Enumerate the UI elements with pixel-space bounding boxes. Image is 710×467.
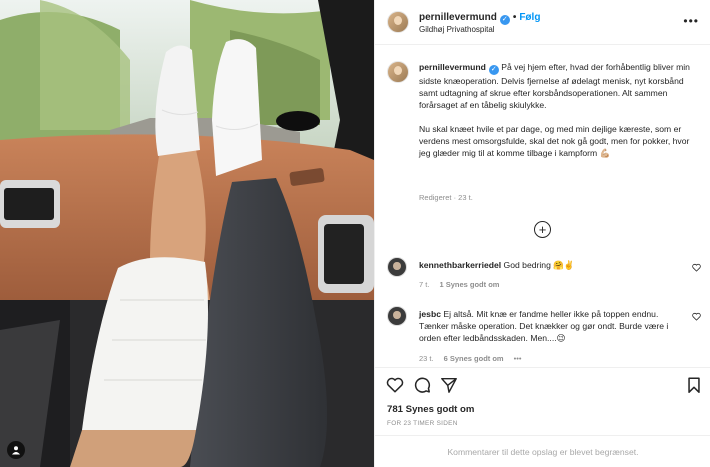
comment-meta: 23 t. 6 Synes godt om •••: [419, 354, 532, 363]
caption-avatar[interactable]: [387, 61, 409, 83]
caption-username[interactable]: pernillevermund: [419, 62, 486, 72]
more-options-icon[interactable]: •••: [683, 14, 699, 28]
dot-separator: •: [512, 12, 517, 23]
comment-body: God bedring 🤗✌️: [503, 260, 575, 270]
heart-icon[interactable]: [692, 312, 701, 321]
post-timestamp: FOR 23 TIMER SIDEN: [387, 420, 458, 427]
commenter-username[interactable]: jesbc: [419, 309, 441, 319]
author-line: pernillevermund ✓ • Følg: [419, 12, 540, 25]
caption-text-2: Nu skal knæet hvile et par dage, og med …: [419, 124, 690, 158]
verified-check-icon: ✓: [499, 15, 510, 25]
comment-meta: 7 t. 1 Synes godt om: [419, 280, 509, 289]
comment-bubble-icon[interactable]: [413, 376, 431, 394]
post-actions: 781 Synes godt om FOR 23 TIMER SIDEN Kom…: [375, 367, 710, 467]
caption-meta: Redigeret · 23 t.: [419, 193, 473, 202]
share-paper-plane-icon[interactable]: [440, 376, 458, 394]
post-caption: pernillevermund ✓ På vej hjem efter, hvad…: [419, 61, 701, 171]
comment-text: kennethbarkerriedel God bedring 🤗✌️: [419, 259, 685, 271]
post-header: pernillevermund ✓ • Følg Gildhøj Privathosp…: [375, 0, 710, 45]
like-heart-icon[interactable]: [386, 376, 404, 394]
plus-circle-icon[interactable]: +: [534, 221, 551, 238]
commenter-avatar[interactable]: [387, 306, 407, 326]
author-avatar[interactable]: [387, 11, 409, 33]
author-username[interactable]: pernillevermund: [419, 12, 497, 23]
follow-button[interactable]: Følg: [519, 12, 540, 23]
comments-scroll-area[interactable]: pernillevermund ✓ På vej hjem efter, hvad…: [375, 46, 710, 367]
comment-text: jesbc Ej altså. Mit knæ er fandme heller…: [419, 308, 685, 344]
tagged-user-icon[interactable]: [7, 441, 25, 459]
comment-likes[interactable]: 6 Synes godt om: [444, 354, 504, 363]
comment-time: 7 t.: [419, 280, 430, 289]
comment-time: 23 t.: [419, 354, 434, 363]
commenter-avatar[interactable]: [387, 257, 407, 277]
verified-check-icon: ✓: [488, 65, 499, 75]
post-details-panel: pernillevermund ✓ • Følg Gildhøj Privathosp…: [374, 0, 710, 467]
post-image: [0, 0, 374, 467]
comments-limited-notice: Kommentarer til dette opslag er blevet b…: [375, 435, 710, 467]
post-photo[interactable]: [0, 0, 374, 467]
comment-likes[interactable]: 1 Synes godt om: [439, 280, 499, 289]
post-location[interactable]: Gildhøj Privathospital: [419, 25, 495, 34]
comment-more-icon[interactable]: •••: [514, 354, 522, 363]
commenter-username[interactable]: kennethbarkerriedel: [419, 260, 501, 270]
heart-icon[interactable]: [692, 263, 701, 272]
comment-body: Ej altså. Mit knæ er fandme heller ikke …: [419, 309, 669, 343]
likes-count[interactable]: 781 Synes godt om: [387, 404, 474, 415]
save-bookmark-icon[interactable]: [685, 376, 703, 394]
